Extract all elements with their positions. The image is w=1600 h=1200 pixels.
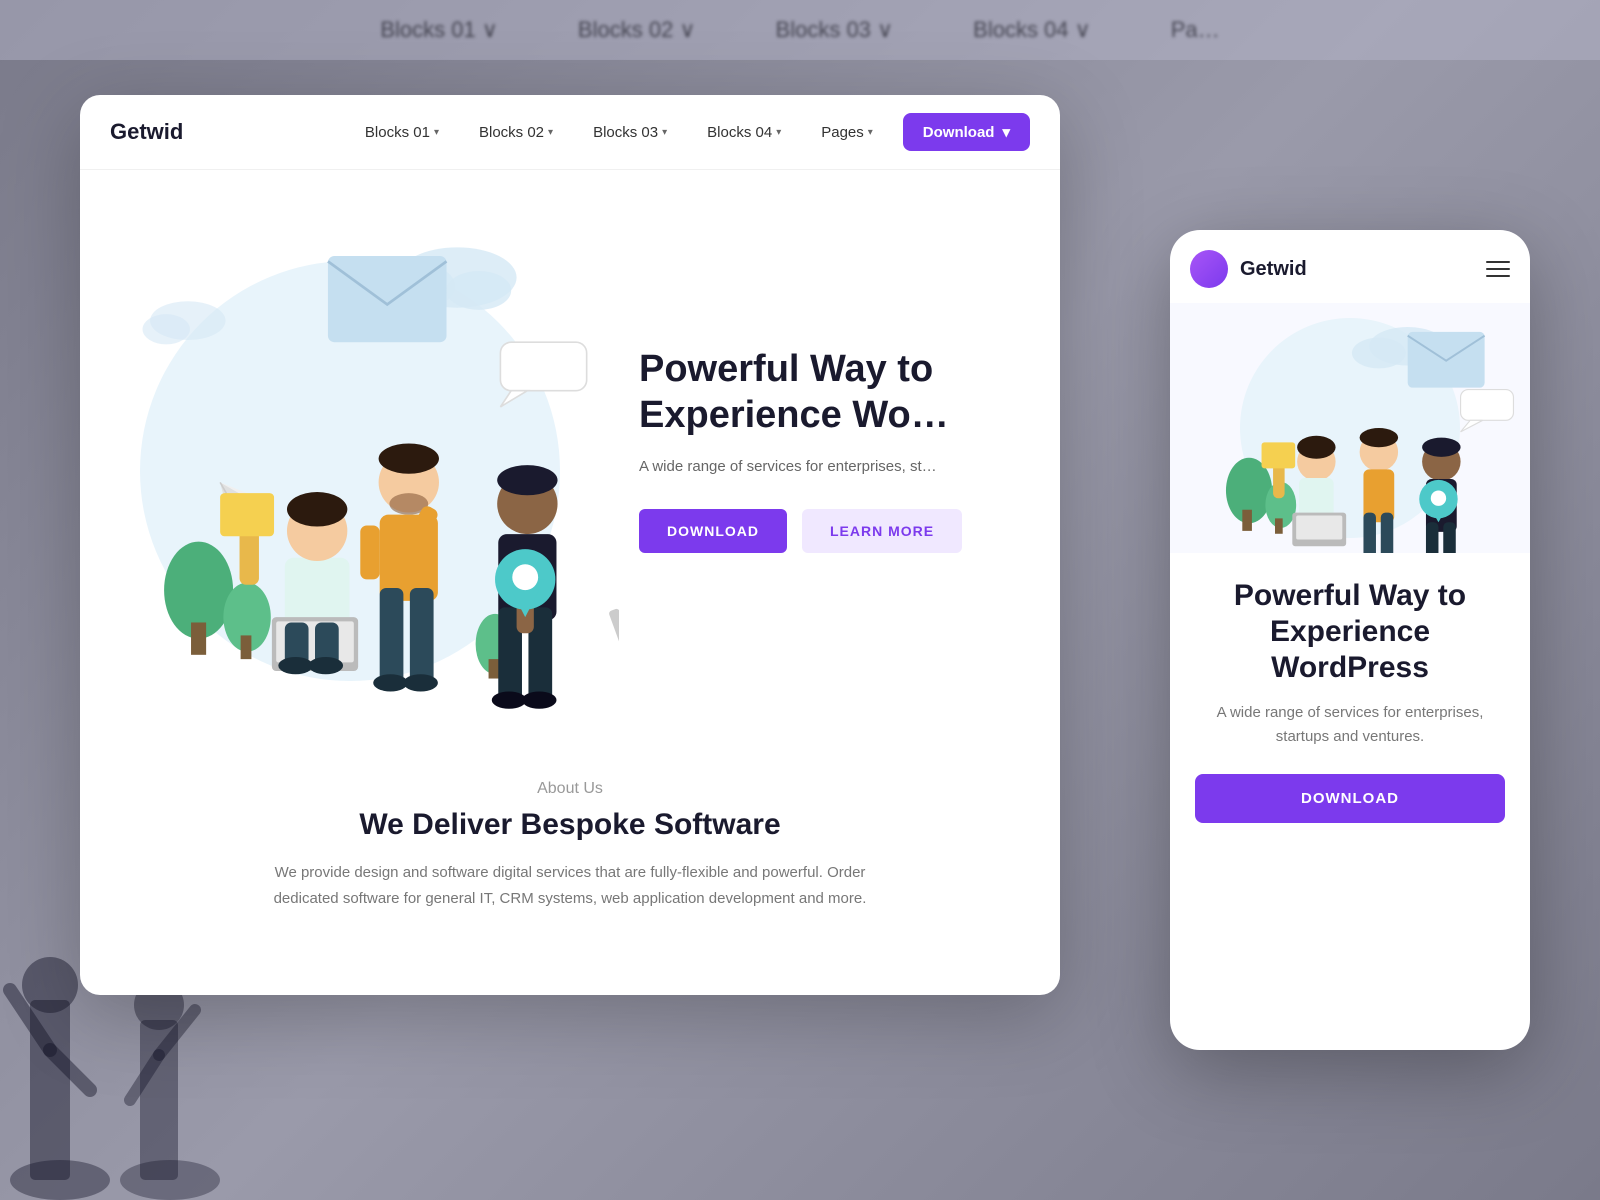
nav-blocks01[interactable]: Blocks 01 ▾: [355, 118, 449, 147]
bg-nav-blocks03: Blocks 03 ∨: [776, 17, 894, 43]
hero-subtitle: A wide range of services for enterprises…: [639, 456, 1020, 479]
desktop-about-section: About Us We Deliver Bespoke Software We …: [80, 730, 1060, 951]
hamburger-menu-button[interactable]: [1486, 261, 1510, 277]
mobile-mockup: Getwid: [1170, 230, 1530, 1050]
hero-illustration-area: [80, 170, 619, 730]
chevron-down-icon: ▾: [1002, 123, 1010, 141]
hero-download-button[interactable]: DOWNLOAD: [639, 509, 787, 553]
mobile-illustration: [1170, 303, 1530, 553]
hero-text-area: Powerful Way to Experience Wo… A wide ra…: [619, 170, 1060, 730]
desktop-nav: Getwid Blocks 01 ▾ Blocks 02 ▾ Blocks 03…: [80, 95, 1060, 170]
download-button[interactable]: Download ▾: [903, 113, 1030, 151]
hero-illustration: [80, 170, 619, 730]
mobile-nav: Getwid: [1170, 230, 1530, 303]
hero-buttons: DOWNLOAD LEARN MORE: [639, 509, 1020, 553]
bg-top-nav: Blocks 01 ∨ Blocks 02 ∨ Blocks 03 ∨ Bloc…: [0, 0, 1600, 60]
nav-blocks02[interactable]: Blocks 02 ▾: [469, 118, 563, 147]
mobile-logo-icon: [1190, 250, 1228, 288]
bg-nav-blocks01: Blocks 01 ∨: [380, 17, 498, 43]
hero-learn-more-button[interactable]: LEARN MORE: [802, 509, 962, 553]
mobile-hero-illustration: [1170, 303, 1530, 553]
mobile-title: Powerful Way to Experience WordPress: [1195, 578, 1505, 686]
nav-blocks03[interactable]: Blocks 03 ▾: [583, 118, 677, 147]
mobile-download-button[interactable]: DOWNLOAD: [1195, 774, 1505, 823]
bg-nav-blocks04: Blocks 04 ∨: [973, 17, 1091, 43]
bg-nav-blocks02: Blocks 02 ∨: [578, 17, 696, 43]
desktop-hero: Powerful Way to Experience Wo… A wide ra…: [80, 170, 1060, 730]
hero-title: Powerful Way to Experience Wo…: [639, 347, 1020, 438]
about-title: We Deliver Bespoke Software: [140, 808, 1000, 842]
chevron-down-icon: ▾: [434, 127, 439, 138]
about-text: We provide design and software digital s…: [250, 860, 890, 911]
desktop-logo: Getwid: [110, 119, 183, 145]
mobile-subtitle: A wide range of services for enterprises…: [1195, 701, 1505, 749]
nav-pages[interactable]: Pages ▾: [811, 118, 883, 147]
chevron-down-icon: ▾: [776, 127, 781, 138]
desktop-mockup: Getwid Blocks 01 ▾ Blocks 02 ▾ Blocks 03…: [80, 95, 1060, 995]
nav-blocks04[interactable]: Blocks 04 ▾: [697, 118, 791, 147]
mobile-content: Powerful Way to Experience WordPress A w…: [1170, 553, 1530, 843]
chevron-down-icon: ▾: [868, 127, 873, 138]
about-label: About Us: [140, 780, 1000, 798]
bg-nav-pages: Pa…: [1171, 17, 1220, 43]
hamburger-line: [1486, 261, 1510, 263]
mobile-logo: Getwid: [1240, 258, 1474, 281]
hamburger-line: [1486, 275, 1510, 277]
chevron-down-icon: ▾: [662, 127, 667, 138]
hamburger-line: [1486, 268, 1510, 270]
chevron-down-icon: ▾: [548, 127, 553, 138]
